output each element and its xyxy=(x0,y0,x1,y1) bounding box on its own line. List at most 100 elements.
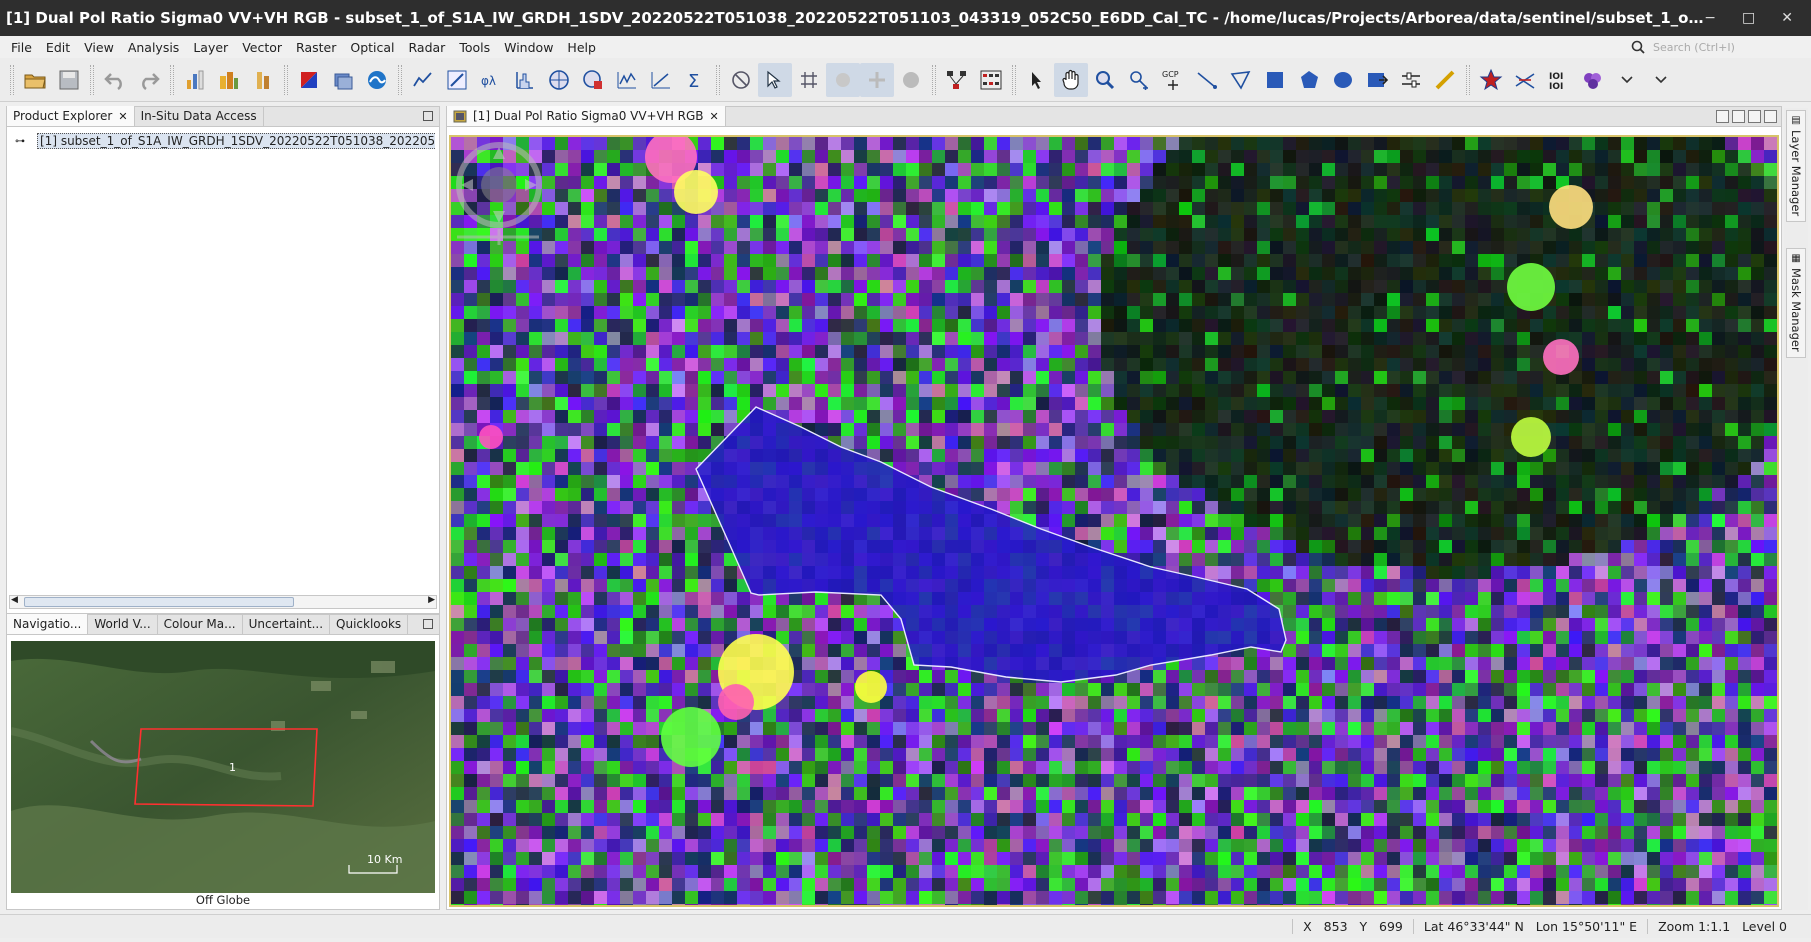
line-tool-button[interactable] xyxy=(1190,63,1224,97)
menu-help[interactable]: Help xyxy=(560,40,603,55)
tab-quicklooks[interactable]: Quicklooks xyxy=(330,614,409,634)
menu-radar[interactable]: Radar xyxy=(402,40,453,55)
range-finder-button[interactable] xyxy=(1394,63,1428,97)
spectrum-button[interactable]: φλ xyxy=(474,63,508,97)
band-merge-button[interactable] xyxy=(212,63,246,97)
bands-icon xyxy=(220,71,238,89)
tab-navigation[interactable]: Navigatio... xyxy=(7,614,89,634)
select-tool-button[interactable] xyxy=(1020,63,1054,97)
sync-views-button[interactable] xyxy=(724,63,758,97)
pan-tool-button[interactable] xyxy=(1054,62,1088,97)
tab-layer-manager[interactable]: ▤ Layer Manager xyxy=(1786,110,1806,222)
horizontal-scrollbar[interactable]: ◀ ▶ xyxy=(9,595,437,609)
correlative-plot-button[interactable] xyxy=(644,63,678,97)
tab-insitu-data-access[interactable]: In-Situ Data Access xyxy=(135,106,264,126)
image-canvas[interactable] xyxy=(449,135,1779,907)
scatter-icon xyxy=(651,71,670,88)
sum-button[interactable]: Σ xyxy=(678,63,712,97)
redo-button[interactable] xyxy=(132,63,166,97)
overlay-button-2[interactable] xyxy=(860,62,894,97)
world-view-map[interactable]: 1 10 Km xyxy=(11,641,435,893)
prev-tab-button[interactable] xyxy=(1716,110,1729,123)
search-box[interactable]: Search (Ctrl+I) xyxy=(1631,38,1801,56)
tab-world-view[interactable]: World V... xyxy=(88,614,158,634)
undo-button[interactable] xyxy=(98,63,132,97)
tab-product-explorer[interactable]: Product Explorer ✕ xyxy=(7,106,135,126)
wave-button[interactable] xyxy=(360,63,394,97)
menu-raster[interactable]: Raster xyxy=(289,40,343,55)
minimize-panel-button[interactable] xyxy=(423,111,433,121)
tab-list-button[interactable] xyxy=(1748,110,1761,123)
minimize-button[interactable]: − xyxy=(1704,10,1716,26)
save-product-button[interactable] xyxy=(52,63,86,97)
status-bar: X 853 Y 699 Lat 46°33'44" N Lon 15°50'11… xyxy=(0,914,1811,938)
scroll-left-icon[interactable]: ◀ xyxy=(11,595,18,605)
menu-layer[interactable]: Layer xyxy=(186,40,235,55)
scrollbar-thumb[interactable] xyxy=(24,597,294,607)
toolbar-divider xyxy=(1012,64,1016,95)
grid-icon xyxy=(801,71,817,88)
cluster-tool-button[interactable] xyxy=(1576,63,1610,97)
import-vector-button[interactable] xyxy=(1360,63,1394,97)
band-maths-button[interactable] xyxy=(178,63,212,97)
scroll-right-icon[interactable]: ▶ xyxy=(428,595,435,605)
toolbar-grip[interactable] xyxy=(10,64,14,95)
graph-builder-button[interactable] xyxy=(940,63,974,97)
product-name[interactable]: [1] subset_1_of_S1A_IW_GRDH_1SDV_2022052… xyxy=(37,133,435,149)
plot-button[interactable] xyxy=(610,63,644,97)
polyline-tool-button[interactable] xyxy=(1224,63,1258,97)
batch-processing-button[interactable] xyxy=(974,63,1008,97)
gcp-tool-button[interactable]: GCP xyxy=(1156,63,1190,97)
open-product-button[interactable] xyxy=(18,63,52,97)
menu-edit[interactable]: Edit xyxy=(39,40,77,55)
toolbar-overflow-button[interactable] xyxy=(1610,63,1644,97)
menu-view[interactable]: View xyxy=(77,40,121,55)
expand-toggle-icon[interactable]: ⊶ xyxy=(15,136,25,147)
profile-icon xyxy=(413,71,432,86)
tab-mask-manager[interactable]: ▦ Mask Manager xyxy=(1786,248,1806,358)
menu-optical[interactable]: Optical xyxy=(343,40,401,55)
polygon-tool-button[interactable] xyxy=(1292,63,1326,97)
rectangle-tool-button[interactable] xyxy=(1258,63,1292,97)
menu-window[interactable]: Window xyxy=(497,40,560,55)
menu-vector[interactable]: Vector xyxy=(235,40,289,55)
star-tool-button[interactable] xyxy=(1474,63,1508,97)
window-title: [1] Dual Pol Ratio Sigma0 VV+VH RGB - su… xyxy=(6,9,1704,27)
statistics-button[interactable] xyxy=(576,63,610,97)
pointer-icon xyxy=(1032,71,1041,89)
tab-image-view[interactable]: [1] Dual Pol Ratio Sigma0 VV+VH RGB ✕ xyxy=(447,106,726,126)
tab-uncertainty[interactable]: Uncertaint... xyxy=(243,614,331,634)
image-view-button[interactable] xyxy=(326,63,360,97)
menu-tools[interactable]: Tools xyxy=(452,40,497,55)
scatter-plot-button[interactable] xyxy=(440,63,474,97)
sync-cursor-button[interactable] xyxy=(758,62,792,97)
graticule-button[interactable] xyxy=(792,63,826,97)
close-icon[interactable]: ✕ xyxy=(710,110,719,123)
world-map-button[interactable] xyxy=(894,63,928,97)
menu-analysis[interactable]: Analysis xyxy=(121,40,187,55)
band-export-button[interactable] xyxy=(246,63,280,97)
information-button[interactable] xyxy=(542,63,576,97)
overlay-button-1[interactable] xyxy=(826,62,860,97)
pin-tool-button[interactable] xyxy=(1122,63,1156,97)
toolbar-overflow-button-2[interactable] xyxy=(1644,63,1678,97)
rgb-image-button[interactable] xyxy=(292,63,326,97)
zoom-tool-button[interactable] xyxy=(1088,63,1122,97)
close-icon[interactable]: ✕ xyxy=(118,110,127,123)
cross-tool-button[interactable] xyxy=(1508,63,1542,97)
close-button[interactable]: ✕ xyxy=(1781,10,1793,26)
maximize-button[interactable]: □ xyxy=(1742,10,1755,26)
next-tab-button[interactable] xyxy=(1732,110,1745,123)
minimize-panel-button[interactable] xyxy=(423,619,433,629)
measure-tool-button[interactable] xyxy=(1428,63,1462,97)
sar-rgb-image[interactable] xyxy=(451,137,1779,907)
histogram-button[interactable] xyxy=(508,63,542,97)
ellipse-tool-button[interactable] xyxy=(1326,63,1360,97)
menu-file[interactable]: File xyxy=(4,40,39,55)
bright-target-5 xyxy=(855,671,887,703)
binary-tool-button[interactable]: IOI IOI xyxy=(1542,63,1576,97)
profile-plot-button[interactable] xyxy=(406,63,440,97)
maximize-view-button[interactable] xyxy=(1764,110,1777,123)
tab-colour-manipulation[interactable]: Colour Ma... xyxy=(158,614,243,634)
product-tree-item[interactable]: ⊶ [1] subset_1_of_S1A_IW_GRDH_1SDV_20220… xyxy=(15,133,435,149)
